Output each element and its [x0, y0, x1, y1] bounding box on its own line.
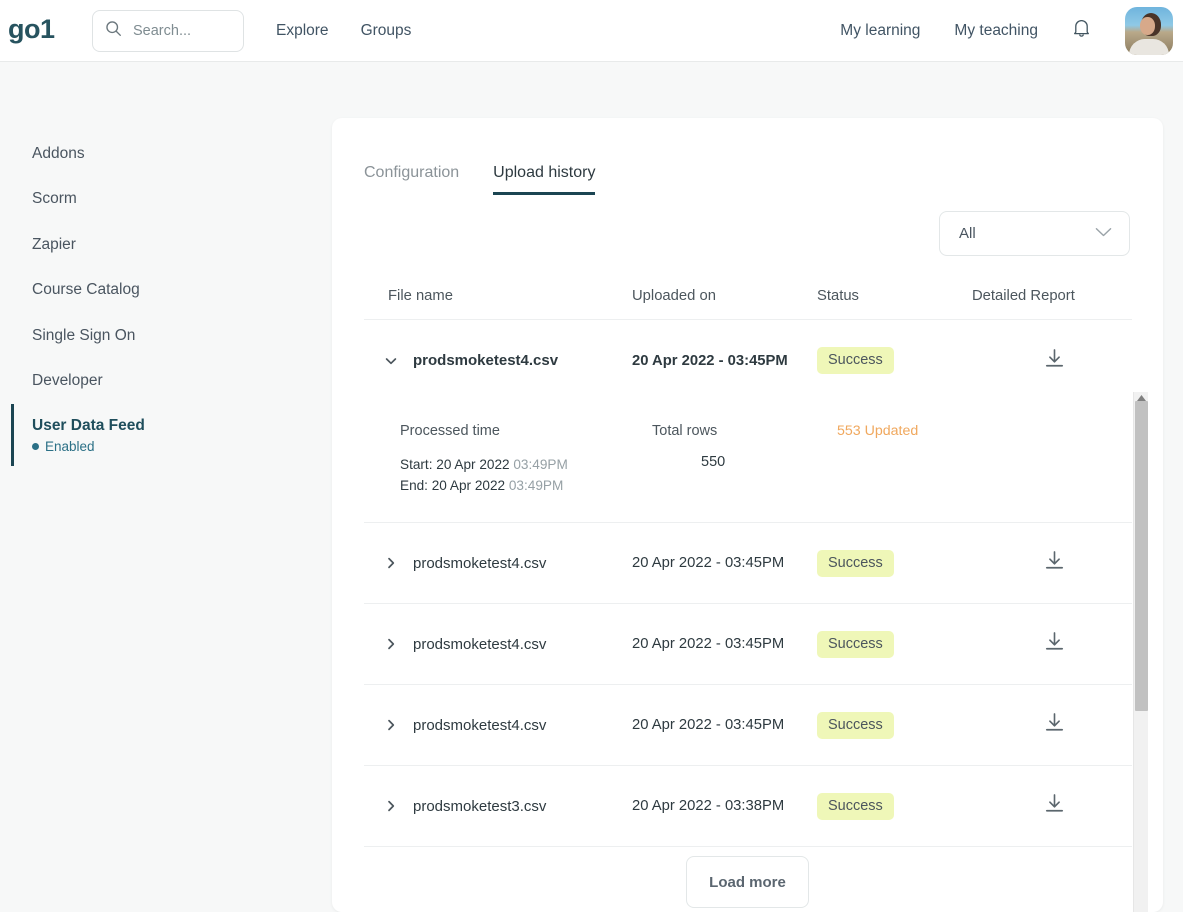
bell-icon[interactable] — [1072, 17, 1091, 44]
status-dot-icon — [32, 442, 39, 450]
total-rows-label: Total rows — [652, 423, 718, 439]
uploaded-on: 20 Apr 2022 - 03:38PM — [632, 798, 785, 815]
sidebar-item-user-data-feed[interactable]: User Data Feed Enabled — [0, 404, 332, 466]
nav-groups[interactable]: Groups — [361, 22, 412, 40]
primary-nav: Explore Groups — [276, 22, 411, 40]
file-name: prodsmoketest4.csv — [413, 352, 559, 369]
load-more-button[interactable]: Load more — [686, 856, 809, 908]
secondary-nav: My learning My teaching — [840, 6, 1173, 55]
sidebar-item-label: User Data Feed — [32, 416, 145, 434]
chevron-right-icon[interactable] — [384, 799, 398, 813]
sidebar-item-developer[interactable]: Developer — [0, 359, 332, 405]
tab-bar: Configuration Upload history — [364, 164, 596, 195]
sidebar-item-course-catalog[interactable]: Course Catalog — [0, 268, 332, 314]
status-filter-value: All — [959, 225, 976, 242]
column-header-detailed-report: Detailed Report — [972, 288, 1075, 304]
status-badge: Success — [817, 711, 894, 739]
chevron-right-icon[interactable] — [384, 718, 398, 732]
processed-time-block: Processed time Start: 20 Apr 2022 03:49P… — [400, 423, 652, 496]
chevron-down-icon — [1095, 225, 1112, 243]
table-row[interactable]: prodsmoketest3.csv 20 Apr 2022 - 03:38PM… — [364, 766, 1132, 848]
table-row[interactable]: prodsmoketest4.csv 20 Apr 2022 - 03:45PM… — [364, 320, 1132, 401]
column-header-file-name: File name — [388, 288, 453, 304]
sidebar-item-scorm[interactable]: Scorm — [0, 177, 332, 223]
updated-count: 553 Updated — [837, 423, 919, 439]
processed-start-line: Start: 20 Apr 2022 03:49PM — [400, 454, 652, 475]
sidebar-item-label: Developer — [32, 372, 103, 390]
sidebar-item-label: Zapier — [32, 235, 76, 253]
avatar-face — [1140, 16, 1155, 35]
status-badge: Success — [817, 630, 894, 658]
total-rows-block: Total rows 550 — [652, 423, 837, 496]
start-time: 03:49PM — [513, 457, 568, 472]
nav-explore[interactable]: Explore — [276, 22, 329, 40]
chevron-right-icon[interactable] — [384, 637, 398, 651]
row-detail-panel: Processed time Start: 20 Apr 2022 03:49P… — [364, 401, 1132, 524]
column-header-status: Status — [817, 288, 859, 304]
settings-sidebar: Addons Scorm Zapier Course Catalog Singl… — [0, 63, 332, 912]
tab-configuration[interactable]: Configuration — [364, 164, 459, 195]
sidebar-item-zapier[interactable]: Zapier — [0, 222, 332, 268]
table-scrollbar[interactable] — [1133, 392, 1148, 912]
uploaded-on: 20 Apr 2022 - 03:45PM — [632, 352, 788, 369]
load-more-container: Load more — [332, 856, 1163, 908]
sidebar-item-label: Addons — [32, 144, 85, 162]
search-box[interactable] — [92, 9, 244, 52]
download-icon[interactable] — [1044, 550, 1132, 576]
sidebar-item-label: Single Sign On — [32, 326, 136, 344]
uploaded-on: 20 Apr 2022 - 03:45PM — [632, 717, 785, 734]
go1-logo[interactable]: go1 — [8, 15, 68, 46]
top-navigation-bar: go1 Explore Groups My learning My teachi… — [0, 0, 1183, 62]
upload-history-card: Configuration Upload history All File na… — [332, 118, 1163, 912]
table-row[interactable]: prodsmoketest4.csv 20 Apr 2022 - 03:45PM… — [364, 685, 1132, 767]
download-icon[interactable] — [1044, 712, 1132, 738]
active-indicator — [11, 404, 14, 466]
file-name: prodsmoketest4.csv — [413, 635, 547, 653]
search-input[interactable] — [133, 22, 231, 39]
updated-block: 553 Updated — [837, 423, 1132, 496]
start-date: 20 Apr 2022 — [436, 457, 510, 472]
table-row[interactable]: prodsmoketest4.csv 20 Apr 2022 - 03:45PM… — [364, 604, 1132, 686]
chevron-right-icon[interactable] — [384, 556, 398, 570]
nav-my-teaching[interactable]: My teaching — [954, 22, 1038, 40]
download-icon[interactable] — [1044, 348, 1132, 374]
tab-upload-history[interactable]: Upload history — [493, 164, 596, 195]
sidebar-item-label: Scorm — [32, 190, 77, 208]
table-header-row: File name Uploaded on Status Detailed Re… — [364, 274, 1132, 320]
sidebar-item-addons[interactable]: Addons — [0, 131, 332, 177]
end-label: End: — [400, 478, 428, 494]
file-name: prodsmoketest3.csv — [413, 797, 547, 815]
end-time: 03:49PM — [508, 478, 564, 494]
uploaded-on: 20 Apr 2022 - 03:45PM — [632, 555, 785, 572]
start-label: Start: — [400, 457, 433, 472]
total-rows-value: 550 — [701, 454, 726, 470]
status-label: Enabled — [45, 438, 95, 454]
search-icon — [105, 20, 122, 42]
avatar[interactable] — [1125, 6, 1173, 55]
uploaded-on: 20 Apr 2022 - 03:45PM — [632, 636, 785, 653]
file-name: prodsmoketest4.csv — [413, 716, 547, 734]
download-icon[interactable] — [1044, 631, 1132, 657]
file-name: prodsmoketest4.csv — [413, 554, 547, 572]
status-badge: Success — [817, 792, 894, 820]
status-badge: Success — [817, 347, 894, 374]
sidebar-item-single-sign-on[interactable]: Single Sign On — [0, 313, 332, 359]
sidebar-item-label: Course Catalog — [32, 281, 140, 299]
processed-end-line: End: 20 Apr 2022 03:49PM — [400, 475, 652, 496]
processed-time-label: Processed time — [400, 423, 500, 439]
upload-history-table: File name Uploaded on Status Detailed Re… — [364, 274, 1132, 848]
chevron-down-icon[interactable] — [384, 354, 398, 368]
scrollbar-thumb[interactable] — [1135, 401, 1148, 711]
nav-my-learning[interactable]: My learning — [840, 22, 920, 40]
end-date: 20 Apr 2022 — [431, 478, 506, 494]
table-row[interactable]: prodsmoketest4.csv 20 Apr 2022 - 03:45PM… — [364, 523, 1132, 605]
status-badge: Enabled — [32, 439, 332, 454]
download-icon[interactable] — [1044, 793, 1132, 819]
status-badge: Success — [817, 549, 894, 577]
column-header-uploaded-on: Uploaded on — [632, 288, 716, 304]
status-filter-dropdown[interactable]: All — [939, 211, 1130, 256]
avatar-body — [1129, 38, 1169, 55]
